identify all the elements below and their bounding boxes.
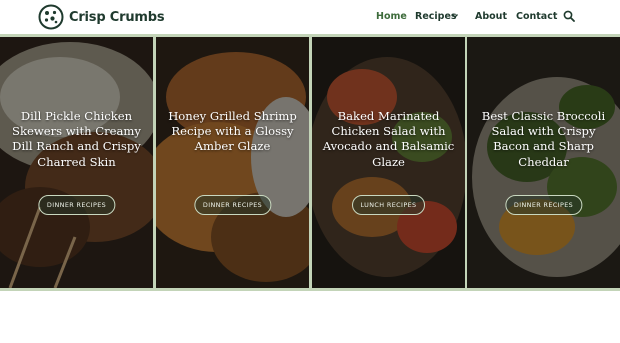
recipe-card-honey-shrimp[interactable]: Honey Grilled Shrimp Recipe with a Gloss…	[156, 37, 309, 288]
nav-contact[interactable]: Contact	[516, 11, 557, 22]
recipe-card-chicken-salad[interactable]: Baked Marinated Chicken Salad with Avoca…	[312, 37, 465, 288]
nav-about[interactable]: About	[475, 11, 507, 22]
main-nav: Home Recipes About Contact	[0, 11, 620, 25]
chevron-down-icon[interactable]	[451, 12, 459, 20]
site-header: Crisp Crumbs Home Recipes About Contact	[0, 0, 620, 34]
recipe-card-chicken-skewers[interactable]: Dill Pickle Chicken Skewers with Creamy …	[0, 37, 153, 288]
nav-home[interactable]: Home	[376, 11, 407, 22]
category-button[interactable]: DINNER RECIPES	[193, 195, 272, 215]
card-title[interactable]: Baked Marinated Chicken Salad with Avoca…	[312, 109, 465, 170]
photo-overlay	[156, 37, 309, 288]
card-title[interactable]: Dill Pickle Chicken Skewers with Creamy …	[0, 109, 153, 170]
card-title[interactable]: Honey Grilled Shrimp Recipe with a Gloss…	[156, 109, 309, 155]
category-button[interactable]: LUNCH RECIPES	[351, 195, 426, 215]
card-title[interactable]: Best Classic Broccoli Salad with Crispy …	[467, 109, 620, 170]
search-icon[interactable]	[563, 10, 575, 22]
category-button[interactable]: DINNER RECIPES	[504, 195, 583, 215]
recipe-card-broccoli-salad[interactable]: Best Classic Broccoli Salad with Crispy …	[467, 37, 620, 288]
category-button[interactable]: DINNER RECIPES	[37, 195, 116, 215]
